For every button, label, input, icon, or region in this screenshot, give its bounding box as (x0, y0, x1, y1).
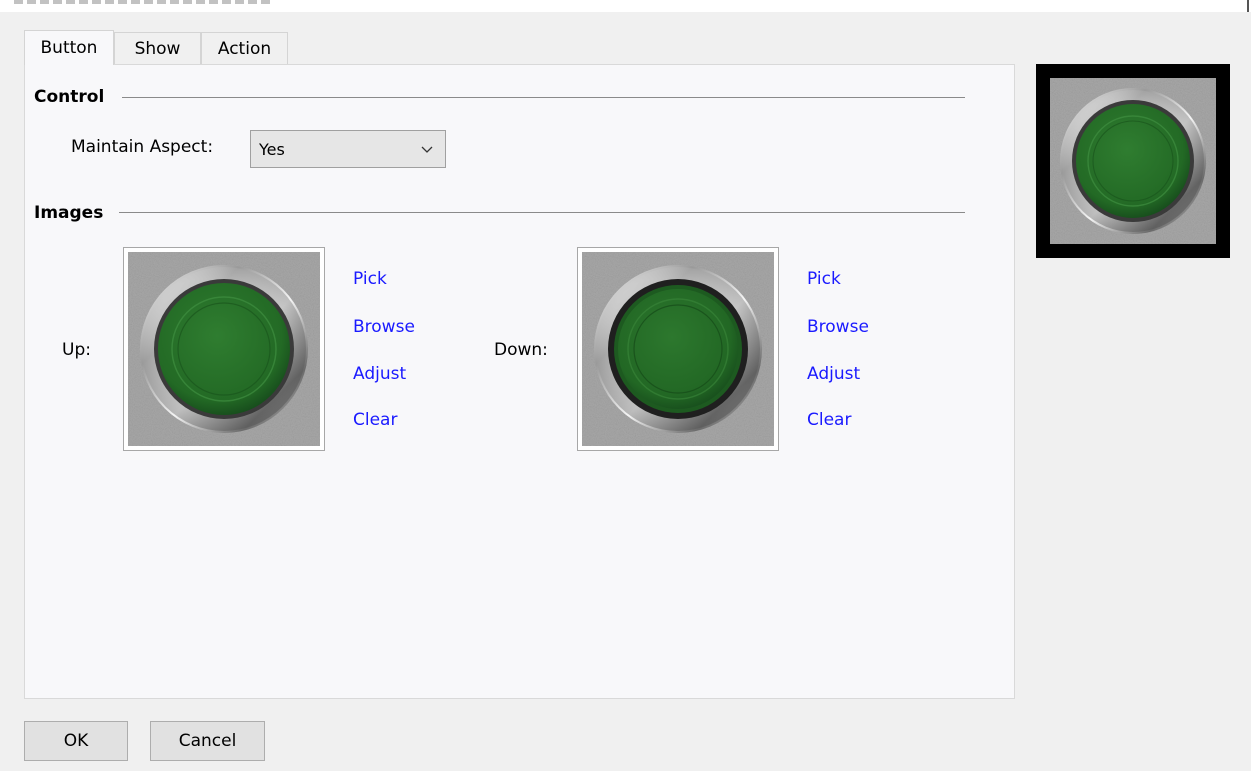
maintain-aspect-select[interactable]: Yes (250, 130, 446, 168)
button-preview (1036, 64, 1230, 258)
control-group-title: Control (34, 87, 105, 107)
green-button-down-image (582, 252, 774, 446)
down-browse-link[interactable]: Browse (807, 317, 869, 337)
down-image-label: Down: (494, 340, 548, 360)
up-pick-link[interactable]: Pick (353, 269, 387, 289)
down-pick-link[interactable]: Pick (807, 269, 841, 289)
maintain-aspect-value: Yes (259, 140, 285, 159)
green-button-up-image (128, 252, 320, 446)
up-image-label: Up: (62, 340, 91, 360)
down-image-box[interactable] (577, 247, 779, 451)
images-divider (119, 212, 965, 213)
up-adjust-link[interactable]: Adjust (353, 364, 406, 384)
green-button-preview-image (1050, 78, 1216, 244)
up-image-box[interactable] (123, 247, 325, 451)
down-clear-link[interactable]: Clear (807, 410, 851, 430)
ok-button[interactable]: OK (24, 721, 128, 761)
control-divider (122, 97, 965, 98)
down-adjust-link[interactable]: Adjust (807, 364, 860, 384)
tab-button[interactable]: Button (24, 30, 114, 65)
chevron-down-icon (421, 146, 433, 153)
tab-show[interactable]: Show (114, 32, 201, 64)
tab-action[interactable]: Action (201, 32, 288, 64)
maintain-aspect-label: Maintain Aspect: (71, 137, 214, 157)
window-title-strip (0, 0, 1251, 12)
up-clear-link[interactable]: Clear (353, 410, 397, 430)
window-edge (1247, 0, 1249, 12)
clipped-title-text (14, 0, 274, 4)
up-browse-link[interactable]: Browse (353, 317, 415, 337)
cancel-button[interactable]: Cancel (150, 721, 265, 761)
images-group-title: Images (34, 203, 104, 223)
